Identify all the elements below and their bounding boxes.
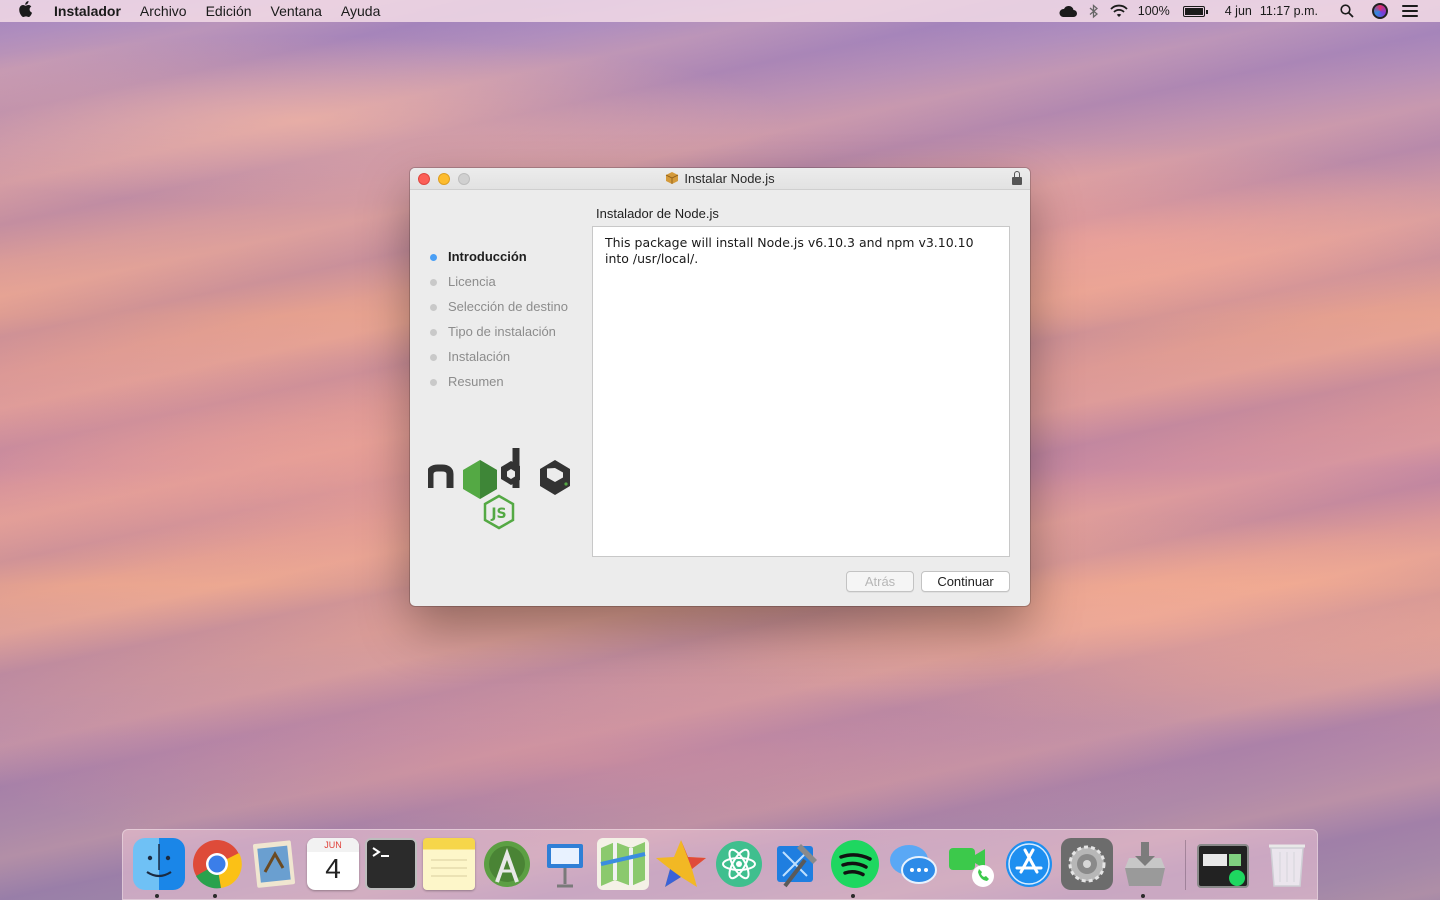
minimize-button[interactable]	[438, 173, 450, 185]
step-resumen: Resumen	[430, 373, 580, 390]
xcode-icon[interactable]	[771, 838, 823, 890]
step-introduccion: Introducción	[430, 248, 580, 265]
battery-percentage: 100%	[1137, 4, 1170, 18]
zoom-button	[458, 173, 470, 185]
content-title: Instalador de Node.js	[596, 206, 719, 221]
calendar-icon[interactable]: JUN 4	[307, 838, 359, 890]
step-dot-icon	[430, 304, 437, 311]
chrome-icon[interactable]	[191, 838, 243, 890]
messages-icon[interactable]	[887, 838, 939, 890]
step-dot-icon	[430, 379, 437, 386]
bluetooth-icon[interactable]	[1088, 3, 1100, 19]
finder-icon[interactable]	[133, 838, 185, 890]
keynote-icon[interactable]	[539, 838, 591, 890]
installer-running-indicator	[1141, 894, 1145, 898]
terminal-icon[interactable]	[365, 838, 417, 890]
apple-menu-icon[interactable]	[18, 1, 40, 21]
svg-text:JS: JS	[490, 506, 506, 522]
step-instalacion: Instalación	[430, 348, 580, 365]
finder-running-indicator	[155, 894, 159, 898]
step-dot-icon	[430, 354, 437, 361]
menubar-time[interactable]: 11:17 p.m.	[1260, 4, 1318, 18]
notification-center-icon[interactable]	[1402, 5, 1418, 17]
close-button[interactable]	[418, 173, 430, 185]
step-dot-icon	[430, 279, 437, 286]
package-icon	[665, 171, 679, 187]
installer-window: Instalar Node.js Instalador de Node.js I…	[410, 168, 1030, 606]
spotlight-search-icon[interactable]	[1340, 4, 1354, 18]
window-title: Instalar Node.js	[684, 171, 775, 186]
dock: JUN 4	[122, 829, 1318, 900]
menu-archivo[interactable]: Archivo	[140, 3, 187, 19]
step-dot-icon	[430, 329, 437, 336]
step-dot-icon	[430, 254, 437, 261]
window-titlebar[interactable]: Instalar Node.js	[410, 168, 1030, 190]
menu-ventana[interactable]: Ventana	[271, 3, 322, 19]
installer-icon[interactable]	[1119, 838, 1171, 890]
continue-button[interactable]: Continuar	[921, 571, 1010, 592]
maps-icon[interactable]	[597, 838, 649, 890]
android-studio-icon[interactable]	[481, 838, 533, 890]
lock-icon[interactable]	[1012, 171, 1022, 185]
calendar-day: 4	[325, 853, 341, 884]
trash-icon[interactable]	[1261, 838, 1313, 890]
wifi-icon[interactable]	[1110, 4, 1128, 18]
notes-icon[interactable]	[423, 838, 475, 890]
dock-separator	[1185, 840, 1186, 890]
menu-ayuda[interactable]: Ayuda	[341, 3, 380, 19]
chrome-running-indicator	[213, 894, 217, 898]
menubar-date[interactable]: 4 jun	[1225, 4, 1252, 18]
step-seleccion-destino: Selección de destino	[430, 298, 580, 315]
step-tipo-instalacion: Tipo de instalación	[430, 323, 580, 340]
app-store-icon[interactable]	[1003, 838, 1055, 890]
system-preferences-icon[interactable]	[1061, 838, 1113, 890]
back-button[interactable]: Atrás	[846, 571, 914, 592]
spotify-running-indicator	[851, 894, 855, 898]
menu-edicion[interactable]: Edición	[206, 3, 252, 19]
battery-icon[interactable]	[1180, 5, 1208, 17]
app-menu[interactable]: Instalador	[54, 3, 121, 19]
cloud-icon[interactable]	[1058, 5, 1078, 18]
menu-bar: Instalador Archivo Edición Ventana Ayuda…	[0, 0, 1440, 22]
star-app-icon[interactable]	[655, 838, 707, 890]
installer-steps: Introducción Licencia Selección de desti…	[430, 248, 580, 398]
siri-icon[interactable]	[1372, 3, 1388, 19]
atom-icon[interactable]	[713, 838, 765, 890]
facetime-icon[interactable]	[945, 838, 997, 890]
activity-monitor-icon[interactable]	[1197, 844, 1249, 888]
introduction-text-area[interactable]: This package will install Node.js v6.10.…	[592, 226, 1010, 557]
step-licencia: Licencia	[430, 273, 580, 290]
calendar-month: JUN	[307, 838, 359, 852]
nodejs-logo: JS	[426, 440, 574, 532]
spotify-icon[interactable]	[829, 838, 881, 890]
mail-icon[interactable]	[249, 838, 301, 890]
